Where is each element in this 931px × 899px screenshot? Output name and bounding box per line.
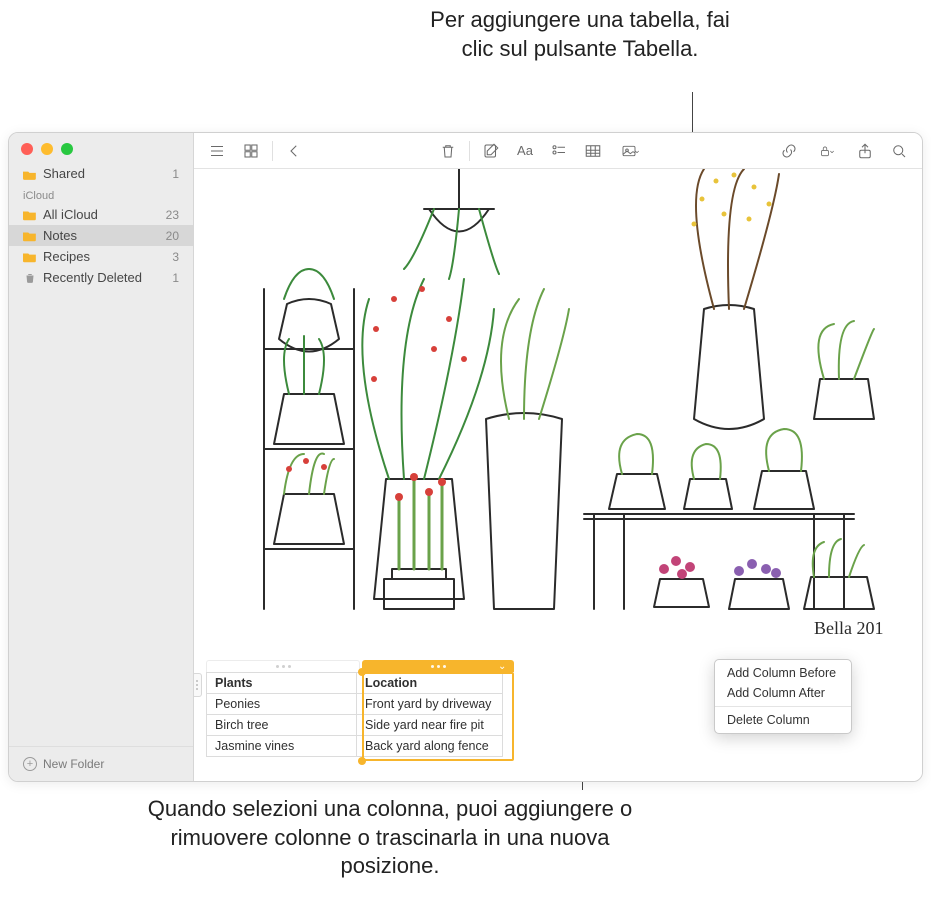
menu-item-add-column-after[interactable]: Add Column After [715, 683, 851, 703]
folder-icon [23, 230, 37, 242]
sidebar: Shared 1 iCloud All iCloud 23 Notes 20 R… [9, 133, 194, 781]
callout-table-button: Per aggiungere una tabella, fai clic sul… [420, 6, 740, 63]
delete-note-button[interactable] [433, 138, 463, 164]
search-button[interactable] [884, 138, 914, 164]
window-controls [9, 133, 193, 163]
sketch-signature: Bella 2019 [814, 618, 884, 638]
chevron-down-icon: ⌄ [828, 145, 836, 156]
minimize-window-button[interactable] [41, 143, 53, 155]
selection-handle[interactable] [358, 757, 366, 765]
folder-icon [23, 251, 37, 263]
view-list-button[interactable] [202, 138, 232, 164]
menu-separator [715, 706, 851, 707]
table-header-cell[interactable]: Plants [207, 673, 357, 694]
sidebar-item-notes[interactable]: Notes 20 [9, 225, 193, 246]
plus-icon: + [23, 757, 37, 771]
sidebar-item-all-icloud[interactable]: All iCloud 23 [9, 204, 193, 225]
format-button[interactable]: Aa [510, 138, 540, 164]
format-label: Aa [513, 143, 537, 158]
sidebar-item-count: 1 [172, 271, 183, 285]
table-cell[interactable]: Birch tree [207, 715, 357, 736]
toolbar: Aa ⌄ ⌄ [194, 133, 922, 169]
checklist-button[interactable] [544, 138, 574, 164]
lock-button[interactable]: ⌄ [808, 138, 846, 164]
chevron-down-icon[interactable]: ⌄ [498, 661, 506, 672]
close-window-button[interactable] [21, 143, 33, 155]
table-cell[interactable]: Front yard by driveway [357, 694, 503, 715]
column-context-menu: Add Column Before Add Column After Delet… [714, 659, 852, 734]
menu-item-add-column-before[interactable]: Add Column Before [715, 663, 851, 683]
trash-icon [23, 272, 37, 284]
sidebar-item-label: All iCloud [43, 207, 98, 222]
back-button[interactable] [279, 138, 309, 164]
new-note-button[interactable] [476, 138, 506, 164]
callout-column-ops: Quando selezioni una colonna, puoi aggiu… [140, 795, 640, 881]
sidebar-section-icloud: iCloud [9, 184, 193, 204]
note-body: Bella 2019 ⌄ Plants Location Peonies Fro… [194, 169, 922, 781]
share-button[interactable] [850, 138, 880, 164]
link-button[interactable] [774, 138, 804, 164]
sidebar-item-recently-deleted[interactable]: Recently Deleted 1 [9, 267, 193, 288]
sidebar-item-label: Shared [43, 166, 85, 181]
table-button[interactable] [578, 138, 608, 164]
sidebar-item-label: Notes [43, 228, 77, 243]
notes-window: Shared 1 iCloud All iCloud 23 Notes 20 R… [8, 132, 923, 782]
sidebar-item-count: 3 [172, 250, 183, 264]
sidebar-item-label: Recently Deleted [43, 270, 142, 285]
view-grid-button[interactable] [236, 138, 266, 164]
table-col-handle-1[interactable] [206, 660, 360, 672]
selection-handle[interactable] [358, 668, 366, 676]
table-cell[interactable]: Jasmine vines [207, 736, 357, 757]
table-header-cell[interactable]: Location [357, 673, 503, 694]
table-col-handle-2-selected[interactable] [362, 660, 514, 672]
table-cell[interactable]: Back yard along fence [357, 736, 503, 757]
chevron-down-icon: ⌄ [633, 145, 641, 156]
sidebar-item-count: 1 [172, 167, 183, 181]
folder-icon [23, 209, 37, 221]
note-sketch: Bella 2019 [224, 169, 884, 649]
note-main: Aa ⌄ ⌄ [194, 133, 922, 781]
table-cell[interactable]: Side yard near fire pit [357, 715, 503, 736]
sidebar-item-count: 23 [166, 208, 183, 222]
table-row: Peonies Front yard by driveway [207, 694, 503, 715]
table-row: Jasmine vines Back yard along fence [207, 736, 503, 757]
table-row-handle[interactable] [194, 673, 202, 697]
sidebar-item-count: 20 [166, 229, 183, 243]
sidebar-item-label: Recipes [43, 249, 90, 264]
sidebar-item-recipes[interactable]: Recipes 3 [9, 246, 193, 267]
table-header-row: Plants Location [207, 673, 503, 694]
new-folder-button[interactable]: + New Folder [9, 746, 193, 781]
menu-item-delete-column[interactable]: Delete Column [715, 710, 851, 730]
media-button[interactable]: ⌄ [612, 138, 650, 164]
new-folder-label: New Folder [43, 757, 104, 771]
table-cell[interactable]: Peonies [207, 694, 357, 715]
table-row: Birch tree Side yard near fire pit [207, 715, 503, 736]
zoom-window-button[interactable] [61, 143, 73, 155]
sidebar-item-shared[interactable]: Shared 1 [9, 163, 193, 184]
shared-folder-icon [23, 168, 37, 180]
note-table[interactable]: ⌄ Plants Location Peonies Front yard by … [198, 661, 718, 757]
